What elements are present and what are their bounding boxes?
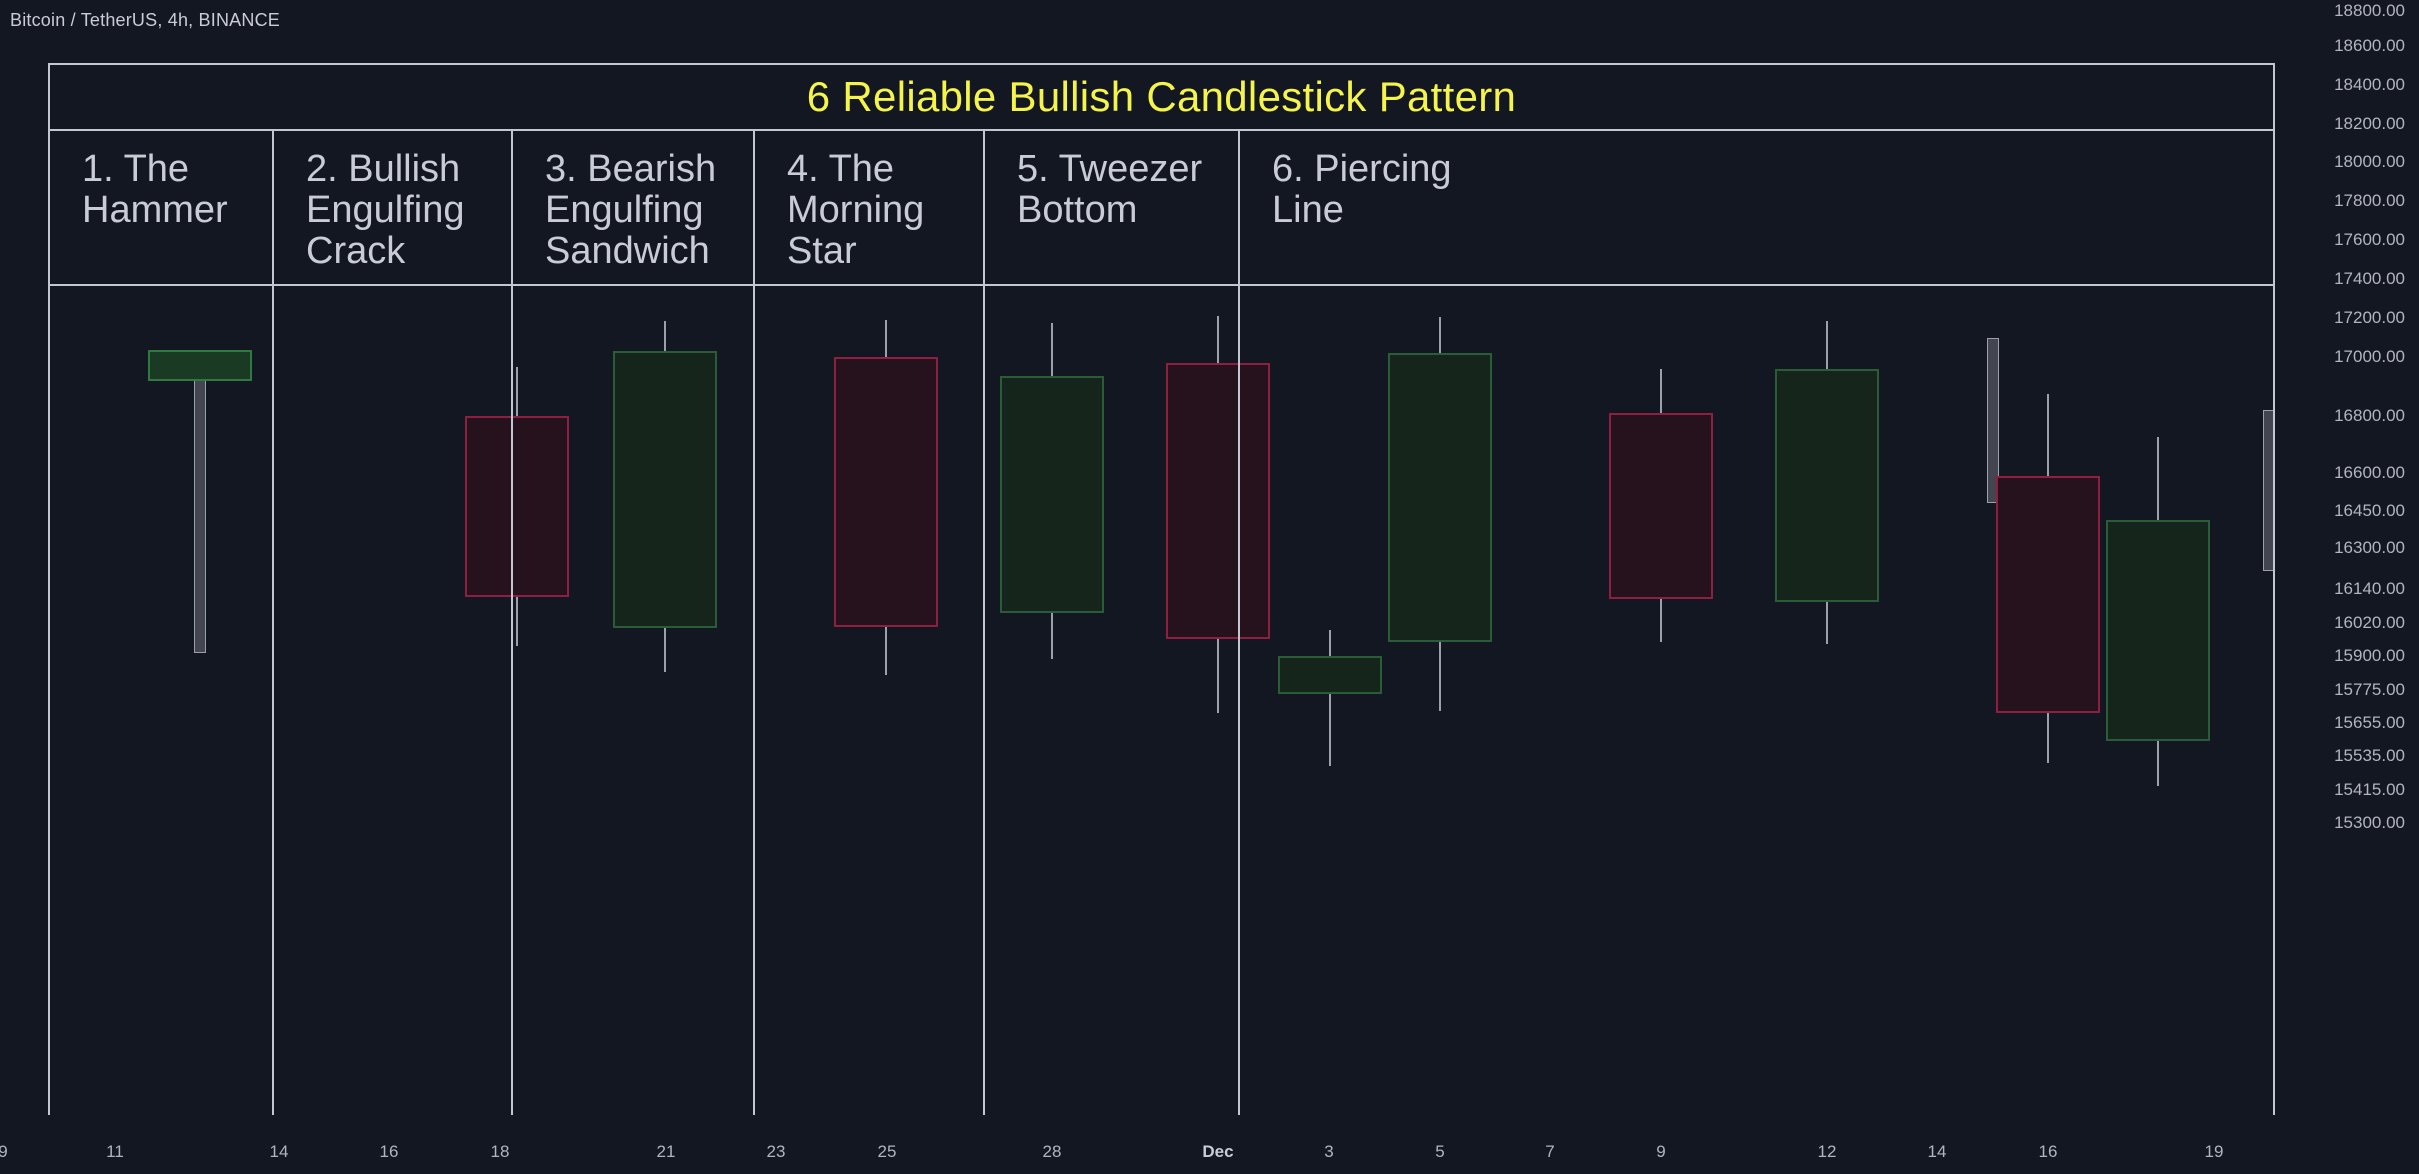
candlestick xyxy=(465,367,569,647)
price-tick-label: 16800.00 xyxy=(2334,406,2405,425)
candle-body-bearish xyxy=(834,356,938,628)
price-tick-label: 17000.00 xyxy=(2334,347,2405,366)
time-tick-month-label: Dec xyxy=(1202,1142,1234,1161)
price-tick-label: 17200.00 xyxy=(2334,308,2405,327)
candlestick xyxy=(1609,368,1713,643)
time-tick-label: 19 xyxy=(2204,1142,2224,1161)
price-scale-axis[interactable]: 18800.00 18600.00 18400.00 18200.00 18000.00… xyxy=(2289,0,2419,1130)
time-tick-label: 11 xyxy=(106,1142,124,1161)
candle-body-bullish xyxy=(1775,368,1879,602)
candle-body-bearish xyxy=(1609,413,1713,599)
price-tick-label: 16140.00 xyxy=(2334,579,2405,598)
price-tick-label: 15535.00 xyxy=(2334,746,2405,765)
candle-body-bullish xyxy=(613,351,717,629)
candlestick xyxy=(148,350,252,654)
price-tick-label: 18200.00 xyxy=(2334,114,2405,133)
candle-body-bullish xyxy=(1278,656,1382,695)
candlestick xyxy=(1278,629,1382,766)
price-tick-label: 17600.00 xyxy=(2334,230,2405,249)
candlestick xyxy=(1996,393,2100,764)
time-tick-label: 14 xyxy=(269,1142,289,1161)
price-tick-label: 15300.00 xyxy=(2334,813,2405,832)
price-tick-label: 16450.00 xyxy=(2334,501,2405,520)
candle-body-bullish xyxy=(148,350,252,381)
candle-body-bullish xyxy=(1000,376,1104,614)
candlestick xyxy=(2106,437,2210,786)
price-tick-label: 18600.00 xyxy=(2334,36,2405,55)
time-tick-label: 16 xyxy=(2038,1142,2058,1161)
candle-body-bearish xyxy=(1996,475,2100,714)
candlestick xyxy=(834,319,938,676)
time-tick-label: 14 xyxy=(1927,1142,1947,1161)
candle-wick xyxy=(194,350,206,654)
price-tick-label: 16300.00 xyxy=(2334,538,2405,557)
time-tick-label: 18 xyxy=(490,1142,510,1161)
time-scale-axis[interactable]: 9 11 14 16 18 21 23 25 28 Dec 3 5 7 9 12 14 16 19 xyxy=(0,1130,2289,1174)
candle-body-bearish xyxy=(465,415,569,598)
candle-wick xyxy=(2263,410,2275,572)
candle-body-bullish xyxy=(1388,353,1492,643)
price-tick-label: 15775.00 xyxy=(2334,680,2405,699)
time-tick-label: 23 xyxy=(766,1142,786,1161)
price-tick-label: 18000.00 xyxy=(2334,152,2405,171)
price-tick-label: 18800.00 xyxy=(2334,1,2405,20)
time-tick-label: 9 xyxy=(1656,1142,1666,1161)
price-tick-label: 16600.00 xyxy=(2334,463,2405,482)
candle-wick xyxy=(1329,629,1331,766)
candle-body-bullish xyxy=(2106,519,2210,741)
price-tick-label: 17400.00 xyxy=(2334,269,2405,288)
price-tick-label: 15900.00 xyxy=(2334,646,2405,665)
candlestick xyxy=(1166,316,1270,714)
price-tick-label: 16020.00 xyxy=(2334,613,2405,632)
time-tick-label: 12 xyxy=(1817,1142,1837,1161)
time-tick-label: 7 xyxy=(1545,1142,1555,1161)
price-tick-label: 15415.00 xyxy=(2334,780,2405,799)
candlestick xyxy=(613,320,717,673)
time-tick-label: 5 xyxy=(1435,1142,1445,1161)
price-tick-label: 17800.00 xyxy=(2334,191,2405,210)
chart-plot-area[interactable] xyxy=(0,0,2289,1130)
time-tick-label: 25 xyxy=(877,1142,897,1161)
candlestick xyxy=(1388,317,1492,711)
time-tick-label: 9 xyxy=(0,1142,8,1161)
symbol-legend: Bitcoin / TetherUS, 4h, BINANCE xyxy=(10,10,280,30)
time-tick-label: 21 xyxy=(656,1142,676,1161)
time-tick-label: 28 xyxy=(1042,1142,1062,1161)
price-tick-label: 15655.00 xyxy=(2334,713,2405,732)
candle-body-bearish xyxy=(1166,362,1270,640)
time-tick-label: 3 xyxy=(1324,1142,1334,1161)
candlestick xyxy=(1775,320,1879,644)
time-tick-label: 16 xyxy=(379,1142,399,1161)
price-tick-label: 18400.00 xyxy=(2334,75,2405,94)
candlestick xyxy=(1000,322,1104,659)
